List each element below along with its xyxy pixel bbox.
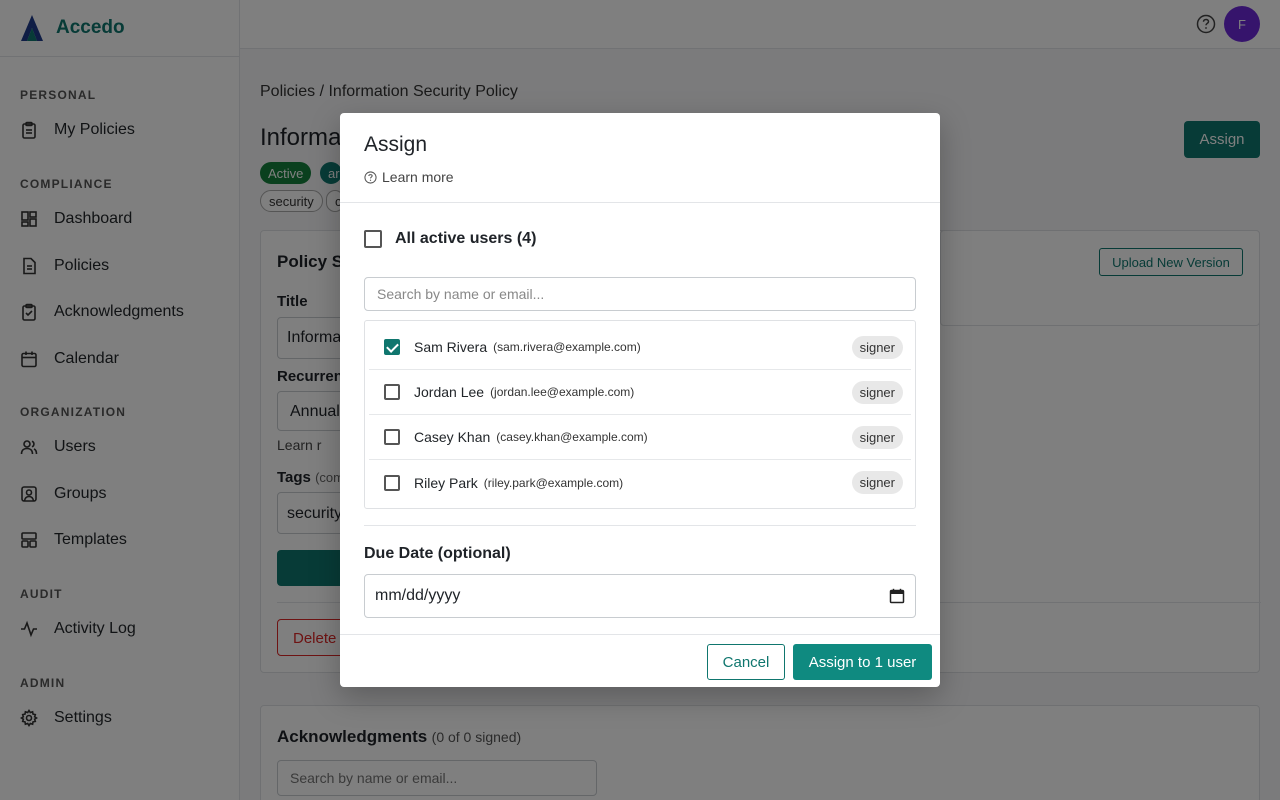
due-date-label: Due Date (optional)	[364, 545, 511, 562]
assign-dialog: Assign Learn more All active users (4) S…	[340, 113, 940, 687]
user-row[interactable]: Jordan Lee (jordan.lee@example.com) sign…	[369, 370, 911, 415]
user-checkbox[interactable]	[384, 384, 400, 400]
all-users-label: All active users (4)	[395, 230, 537, 247]
user-email: (sam.rivera@example.com)	[493, 340, 641, 354]
modal-footer: Cancel Assign to 1 user	[340, 634, 940, 687]
user-email: (casey.khan@example.com)	[496, 430, 648, 444]
calendar-icon[interactable]	[889, 588, 905, 604]
user-name: Sam Rivera	[414, 339, 488, 355]
user-name: Riley Park	[414, 474, 478, 491]
user-email: (riley.park@example.com)	[483, 475, 624, 490]
user-search-input[interactable]	[364, 277, 916, 311]
due-date-placeholder: mm/dd/yyyy	[375, 587, 461, 604]
modal-header: Assign Learn more	[340, 113, 940, 203]
user-row[interactable]: Riley Park (riley.park@example.com) sign…	[369, 460, 911, 505]
all-users-toggle[interactable]: All active users (4)	[364, 230, 536, 248]
user-row[interactable]: Sam Rivera (sam.rivera@example.com) sign…	[369, 325, 911, 370]
all-users-checkbox[interactable]	[364, 230, 382, 248]
user-row[interactable]: Casey Khan (casey.khan@example.com) sign…	[369, 415, 911, 460]
role-badge: signer	[851, 381, 903, 404]
modal-title: Assign	[364, 133, 428, 156]
role-badge: signer	[851, 471, 903, 494]
role-badge: signer	[851, 336, 903, 359]
user-list: Sam Rivera (sam.rivera@example.com) sign…	[364, 320, 916, 509]
learn-more-label: Learn more	[382, 169, 454, 185]
role-badge: signer	[851, 426, 903, 449]
help-circle-icon	[364, 170, 377, 184]
user-name: Casey Khan	[414, 429, 491, 445]
user-checkbox[interactable]	[384, 339, 400, 355]
user-email: (jordan.lee@example.com)	[490, 385, 635, 399]
user-name: Jordan Lee	[414, 384, 485, 400]
user-checkbox[interactable]	[384, 429, 400, 445]
user-checkbox[interactable]	[384, 474, 400, 491]
due-date-input[interactable]: mm/dd/yyyy	[364, 574, 916, 618]
cancel-button[interactable]: Cancel	[707, 644, 785, 680]
assign-confirm-button[interactable]: Assign to 1 user	[793, 644, 932, 680]
learn-more-link[interactable]: Learn more	[364, 169, 916, 185]
divider	[364, 525, 916, 526]
